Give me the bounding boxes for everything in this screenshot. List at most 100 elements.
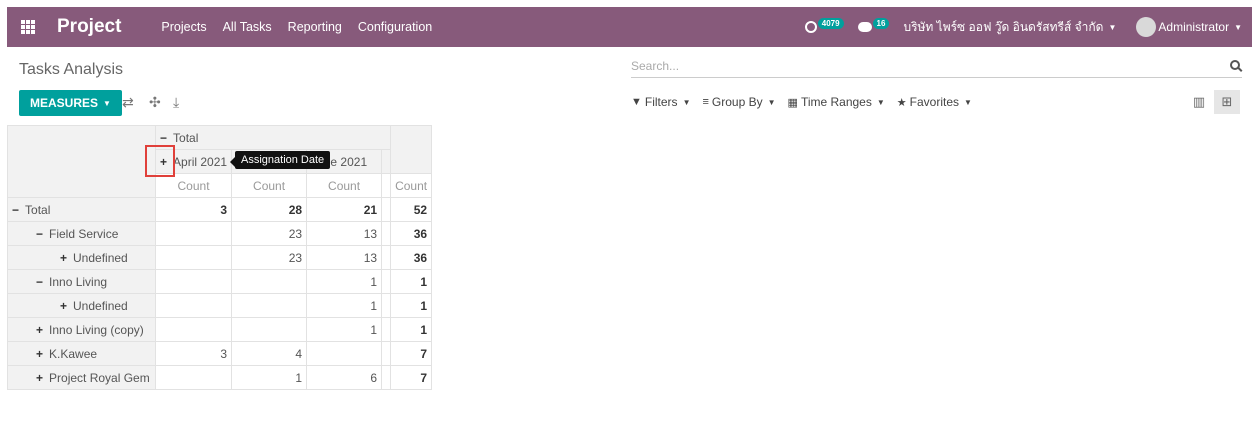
- pivot-cell[interactable]: 1: [306, 293, 383, 318]
- row-header[interactable]: − Total: [7, 197, 156, 222]
- pivot-cell[interactable]: 13: [306, 221, 383, 246]
- pivot-cell[interactable]: 4: [231, 341, 308, 366]
- minus-icon: −: [160, 130, 168, 145]
- row-header[interactable]: + Inno Living (copy): [7, 317, 156, 342]
- row-label: Undefined: [73, 250, 128, 265]
- download-icon[interactable]: ⤓: [173, 94, 179, 111]
- pivot-cell[interactable]: 3: [154, 197, 233, 222]
- flip-axis-icon[interactable]: ⇄: [122, 94, 134, 111]
- measure-header[interactable]: Count: [231, 173, 308, 198]
- pivot-cell[interactable]: 1: [306, 317, 383, 342]
- col-header-spacer: [381, 149, 392, 174]
- pivot-cell[interactable]: 23: [231, 245, 308, 270]
- caret-down-icon: ▼: [1108, 22, 1117, 32]
- pivot-total-cell[interactable]: 1: [390, 269, 433, 294]
- pivot-total-cell[interactable]: 1: [390, 293, 433, 318]
- col-header-blank: [390, 125, 433, 174]
- graph-view-button[interactable]: ▥: [1186, 90, 1212, 114]
- app-brand[interactable]: Project: [57, 16, 121, 38]
- filters-dropdown[interactable]: ▼ Filters ▼: [631, 95, 690, 109]
- caret-down-icon: ▼: [103, 98, 111, 108]
- pivot-cell[interactable]: 28: [231, 197, 308, 222]
- row-header[interactable]: + K.Kawee: [7, 341, 156, 366]
- user-menu[interactable]: Administrator ▼: [1136, 17, 1242, 37]
- favorites-dropdown[interactable]: ★ Favorites ▼: [897, 95, 972, 109]
- company-name: บริษัท ไพร์ซ ออฟ วู๊ด อินดรัสทรีส์ จำกัด: [903, 19, 1104, 34]
- filters-label: Filters: [644, 95, 678, 109]
- activity-count-badge: 4079: [817, 17, 844, 29]
- groupby-dropdown[interactable]: ≡ Group By ▼: [702, 95, 775, 109]
- caret-down-icon: ▼: [1234, 22, 1242, 32]
- pivot-total-cell[interactable]: 7: [390, 365, 433, 390]
- pivot-cell[interactable]: 13: [306, 245, 383, 270]
- search-options: ▼ Filters ▼ ≡ Group By ▼ ▦ Time Ranges ▼…: [631, 95, 984, 109]
- measure-header[interactable]: Count: [154, 173, 233, 198]
- avatar: [1136, 17, 1157, 37]
- pivot-cell[interactable]: [231, 293, 308, 318]
- pivot-cell[interactable]: [231, 317, 308, 342]
- pivot-cell[interactable]: [306, 341, 383, 366]
- row-label: Field Service: [49, 226, 119, 241]
- pivot-cell[interactable]: [154, 365, 233, 390]
- row-header[interactable]: − Field Service: [7, 221, 156, 246]
- row-header[interactable]: − Inno Living: [7, 269, 156, 294]
- search-icon[interactable]: [1230, 60, 1240, 70]
- pivot-cell-spacer: [381, 197, 392, 222]
- activity-button[interactable]: 4079: [804, 17, 844, 33]
- minus-icon: −: [12, 202, 20, 217]
- pivot-total-cell[interactable]: 36: [390, 221, 433, 246]
- row-label: Inno Living (copy): [49, 322, 144, 337]
- row-header[interactable]: + Undefined: [7, 293, 156, 318]
- pivot-cell-spacer: [381, 221, 392, 246]
- pivot-cell[interactable]: 21: [306, 197, 383, 222]
- col-header-april[interactable]: + April 2021: [154, 149, 233, 174]
- pivot-cell[interactable]: 3: [154, 341, 233, 366]
- col-label: April 2021: [173, 154, 228, 169]
- row-header[interactable]: + Undefined: [7, 245, 156, 270]
- pivot-cell[interactable]: [154, 245, 233, 270]
- pivot-table: − Total + April 2021 June 2021 Count Count…: [7, 125, 433, 390]
- user-name: Administrator: [1158, 20, 1230, 34]
- pivot-cell-spacer: [381, 245, 392, 270]
- pivot-total-cell[interactable]: 7: [390, 341, 433, 366]
- pivot-cell[interactable]: [154, 317, 233, 342]
- pivot-view-button[interactable]: ⊞: [1214, 90, 1240, 114]
- pivot-cell[interactable]: [154, 269, 233, 294]
- menu-configuration[interactable]: Configuration: [358, 20, 432, 34]
- messaging-button[interactable]: 16: [857, 17, 890, 33]
- company-switcher[interactable]: บริษัท ไพร์ซ ออฟ วู๊ด อินดรัสทรีส์ จำกัด…: [903, 18, 1116, 37]
- tooltip: Assignation Date: [229, 151, 331, 169]
- pivot-cell[interactable]: [231, 269, 308, 294]
- apps-menu-icon[interactable]: [21, 20, 35, 34]
- table-row: + Undefined 23 13 36: [7, 245, 433, 270]
- measure-header[interactable]: Count: [306, 173, 383, 198]
- minus-icon: −: [36, 226, 44, 241]
- pivot-cell-spacer: [381, 341, 392, 366]
- search-input[interactable]: [631, 56, 1211, 76]
- row-label: K.Kawee: [49, 346, 98, 361]
- pivot-cell[interactable]: 23: [231, 221, 308, 246]
- measure-header[interactable]: Count: [390, 173, 433, 198]
- breadcrumb: Tasks Analysis: [19, 61, 124, 78]
- menu-projects[interactable]: Projects: [161, 20, 206, 34]
- row-header[interactable]: + Project Royal Gem: [7, 365, 156, 390]
- measure-header-spacer: [381, 173, 392, 198]
- measures-button[interactable]: MEASURES ▼: [19, 90, 122, 116]
- pivot-cell[interactable]: 6: [306, 365, 383, 390]
- pivot-cell[interactable]: [154, 293, 233, 318]
- pivot-cell[interactable]: 1: [231, 365, 308, 390]
- menu-reporting[interactable]: Reporting: [288, 20, 342, 34]
- timeranges-dropdown[interactable]: ▦ Time Ranges ▼: [788, 95, 885, 109]
- expand-all-icon[interactable]: ✣: [149, 94, 161, 111]
- row-label: Inno Living: [49, 274, 108, 289]
- table-row: − Inno Living 1 1: [7, 269, 433, 294]
- plus-icon: +: [60, 298, 68, 313]
- pivot-cell[interactable]: 1: [306, 269, 383, 294]
- pivot-total-cell[interactable]: 52: [390, 197, 433, 222]
- menu-all-tasks[interactable]: All Tasks: [223, 20, 272, 34]
- col-header-total[interactable]: − Total: [154, 125, 392, 150]
- star-icon: ★: [896, 96, 907, 109]
- pivot-total-cell[interactable]: 36: [390, 245, 433, 270]
- pivot-cell[interactable]: [154, 221, 233, 246]
- pivot-total-cell[interactable]: 1: [390, 317, 433, 342]
